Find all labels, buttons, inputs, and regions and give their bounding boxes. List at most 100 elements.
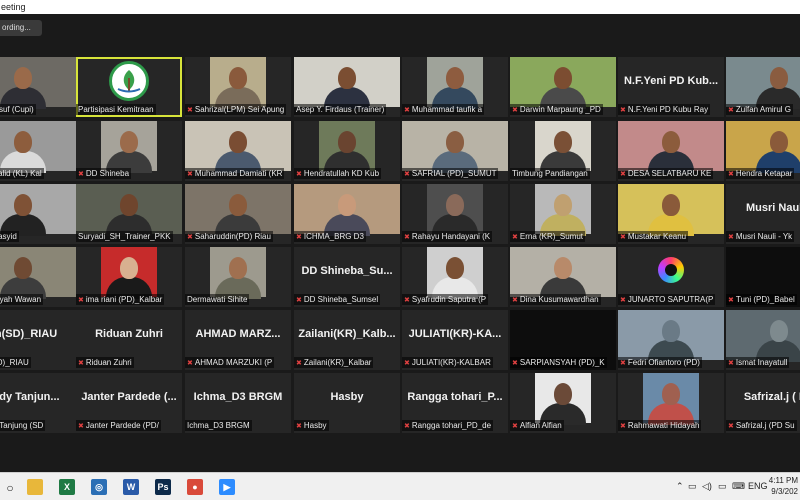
participant-tile[interactable]: ✖ Erna (KR)_Sumut: [510, 184, 616, 244]
participant-tile[interactable]: Riduan Zuhri ✖ Riduan Zuhri: [76, 310, 182, 370]
muted-mic-icon: ✖: [187, 234, 193, 241]
participant-tile[interactable]: ✖ Ismat Inayatull: [726, 310, 800, 370]
participant-tile[interactable]: ✖ Muhammad taufik a: [402, 57, 508, 117]
participant-name-label: ✖ Zailani(KR)_Kalbar: [294, 357, 374, 368]
participant-video: [535, 121, 591, 173]
participant-tile[interactable]: ✖ Rahayu Handayani (K: [402, 184, 508, 244]
participant-tile[interactable]: Musri Nauli - ✖Musri Nauli - Yk: [726, 184, 800, 244]
participant-tile[interactable]: AHMAD MARZ... ✖ AHMAD MARZUKI (P: [185, 310, 291, 370]
participant-name-label: Partisipasi Kemitraan: [76, 104, 156, 115]
participant-video: [510, 247, 616, 299]
participant-tile[interactable]: ✖ Tuni (PD)_Babel: [726, 247, 800, 307]
word-icon[interactable]: W: [123, 479, 139, 495]
recording-indicator[interactable]: ording...: [0, 20, 42, 36]
participant-tile[interactable]: ✖ Muhammad Damiati (KR: [185, 121, 291, 181]
participant-tile[interactable]: Zailani(KR)_Kalb... ✖ Zailani(KR)_Kalbar: [294, 310, 400, 370]
participant-head: [446, 67, 464, 89]
participant-tile[interactable]: JULIATI(KR)-KA... ✖ JULIATI(KR)-KALBAR: [402, 310, 508, 370]
participant-name: ima riani (PD)_Kalbar: [85, 295, 163, 304]
participant-display-name: Musri Nauli -: [745, 202, 800, 214]
participant-tile[interactable]: ✖ Darwin Marpaung _PD: [510, 57, 616, 117]
participant-tile[interactable]: Rangga tohari_P... ✖ Rangga tohari_PD_de: [402, 373, 508, 433]
participant-name-label: ✖ Mustakar Keanu: [618, 231, 689, 242]
participant-tile[interactable]: Partisipasi Kemitraan: [76, 57, 182, 117]
participant-tile[interactable]: mad Yusuf (Cupi): [0, 57, 76, 117]
participant-tile[interactable]: ✖ DD Shineba: [76, 121, 182, 181]
keyboard-icon[interactable]: ⌨: [732, 481, 745, 492]
participant-video: [427, 247, 483, 299]
muted-mic-icon: ✖: [296, 234, 302, 241]
participant-tile[interactable]: Dermawati Sihite: [185, 247, 291, 307]
participant-tile[interactable]: Safrizal.j ( PD ✖Safrizal.j (PD Su: [726, 373, 800, 433]
participant-name-label: ✖ Rahmawati Hidayah: [618, 420, 702, 431]
participant-tile[interactable]: Timbung Pandiangan: [510, 121, 616, 181]
network-icon[interactable]: ▭: [688, 481, 697, 492]
folder-icon[interactable]: [27, 479, 43, 495]
participant-tile[interactable]: ✖ ICHMA_BRG D3: [294, 184, 400, 244]
participant-tile[interactable]: ✖ Hendra Ketapar: [726, 121, 800, 181]
participant-tile[interactable]: ✖ Syafrudin Saputra (P: [402, 247, 508, 307]
participant-name-label: ✖ Erna (KR)_Sumut: [510, 231, 586, 242]
participant-tile[interactable]: nawansyah Wawan: [0, 247, 76, 307]
participant-tile[interactable]: ✖ Saharuddin(PD) Riau: [185, 184, 291, 244]
participant-display-name: Hasby: [330, 391, 364, 403]
participant-tile[interactable]: Janter Pardede (... ✖ Janter Pardede (PD/: [76, 373, 182, 433]
participant-tile[interactable]: ✖ DESA SELATBARU KE: [618, 121, 724, 181]
participant-tile[interactable]: ✖ SAFRIAL (PD)_SUMUT: [402, 121, 508, 181]
participant-tile[interactable]: Asep Y. Firdaus (Trainer): [294, 57, 400, 117]
battery-icon[interactable]: ▭: [718, 481, 727, 492]
participant-tile[interactable]: ✖lim Rasyid: [0, 184, 76, 244]
participant-tile[interactable]: ✖ Rahmawati Hidayah: [618, 373, 724, 433]
muted-mic-icon: ✖: [512, 360, 518, 367]
search-app-icon[interactable]: ◎: [91, 479, 107, 495]
muted-mic-icon: ✖: [404, 297, 410, 304]
window-title: eeting: [0, 0, 800, 14]
muted-mic-icon: ✖: [404, 234, 410, 241]
participant-name-label: ✖ Musri Nauli - Yk: [726, 231, 795, 242]
participant-video: [319, 121, 375, 173]
participant-tile[interactable]: ✖ JUNARTO SAPUTRA(P: [618, 247, 724, 307]
participant-tile[interactable]: ✖ Hendratullah KD Kub: [294, 121, 400, 181]
volume-icon[interactable]: ◁): [702, 481, 712, 492]
participant-tile[interactable]: an(SD)_RIAU✖an(SD)_RIAU: [0, 310, 76, 370]
muted-mic-icon: ✖: [404, 107, 410, 114]
participant-tile[interactable]: N.F.Yeni PD Kub... ✖ N.F.Yeni PD Kubu Ray: [618, 57, 724, 117]
participant-display-name: DD Shineba_Su...: [301, 265, 393, 277]
muted-mic-icon: ✖: [728, 360, 734, 367]
search-icon[interactable]: ○: [2, 480, 18, 496]
participant-name: SAFRIAL (PD)_SUMUT: [411, 169, 497, 178]
participant-tile[interactable]: ✖ul Khalid (KL) Kal: [0, 121, 76, 181]
participant-tile[interactable]: ✖ Mustakar Keanu: [618, 184, 724, 244]
participant-tile[interactable]: DD Shineba_Su... ✖ DD Shineba_Sumsel: [294, 247, 400, 307]
participant-tile[interactable]: Hasby ✖ Hasby: [294, 373, 400, 433]
participant-tile[interactable]: ✖ SARPIANSYAH (PD)_K: [510, 310, 616, 370]
participant-display-name: Riduan Zuhri: [95, 328, 163, 340]
muted-mic-icon: ✖: [187, 107, 193, 114]
participant-head: [338, 194, 356, 216]
muted-mic-icon: ✖: [728, 234, 734, 241]
participant-tile[interactable]: Ichma_D3 BRGM Ichma_D3 BRGM: [185, 373, 291, 433]
participant-tile[interactable]: ✖ Zulfan Amirul G: [726, 57, 800, 117]
participant-name: Safrizal.j (PD Su: [735, 421, 795, 430]
participant-tile[interactable]: ✖ ima riani (PD)_Kalbar: [76, 247, 182, 307]
excel-icon[interactable]: X: [59, 479, 75, 495]
participant-name: ICHMA_BRG D3: [303, 232, 364, 241]
participant-tile[interactable]: Suryadi_SH_Trainer_PKK: [76, 184, 182, 244]
chevron-up-icon[interactable]: ⌃: [676, 481, 684, 492]
zoom-icon[interactable]: ▶: [219, 479, 235, 495]
participant-name: Suryadi_SH_Trainer_PKK: [78, 232, 171, 241]
participant-name: Zailani(KR)_Kalbar: [303, 358, 372, 367]
participant-tile[interactable]: ✖ Alfian Alfian: [510, 373, 616, 433]
participant-tile[interactable]: andy Tanjun... ✖andy Tanjung (SD: [0, 373, 76, 433]
participant-head: [554, 257, 572, 279]
participant-tile[interactable]: ✖ Sahrizal(LPM) Sei Apung: [185, 57, 291, 117]
participant-tile[interactable]: ✖ Fedri Ofiantoro (PD): [618, 310, 724, 370]
clock[interactable]: 4:11 PM 9/3/202: [764, 475, 798, 497]
participant-name-label: ✖ Hendratullah KD Kub: [294, 168, 382, 179]
participant-tile[interactable]: ✖ Dina Kusumawardhan: [510, 247, 616, 307]
participant-video: [726, 121, 800, 173]
photoshop-icon[interactable]: Ps: [155, 479, 171, 495]
participant-name-label: ✖ JULIATI(KR)-KALBAR: [402, 357, 493, 368]
participant-video: [535, 373, 591, 425]
chrome-icon[interactable]: ●: [187, 479, 203, 495]
